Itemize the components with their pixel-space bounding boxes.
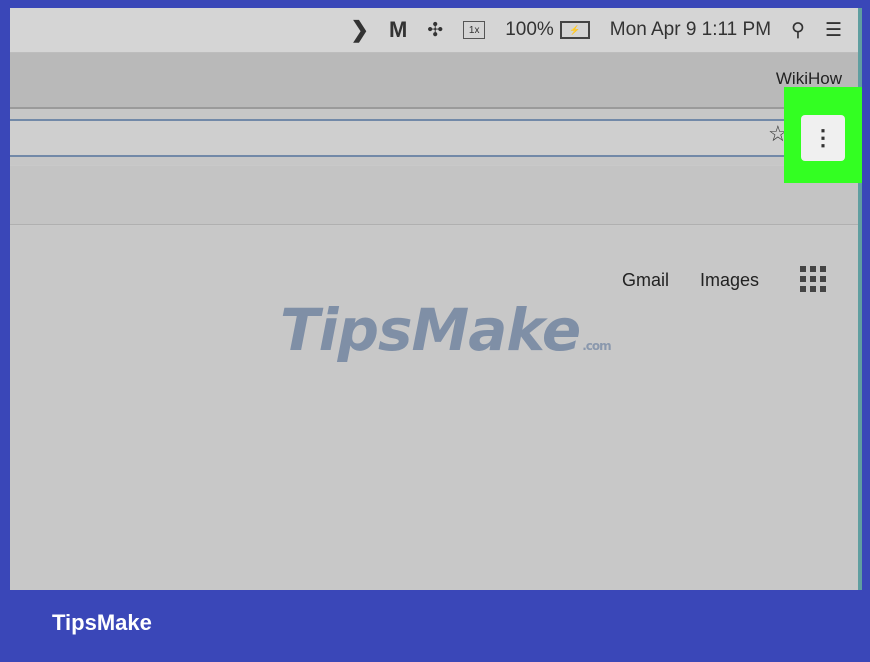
apps-grid-icon[interactable] xyxy=(800,266,826,292)
chevron-right-icon[interactable]: ❯ xyxy=(351,17,369,43)
browser-tab-bar: WikiHow xyxy=(10,53,862,109)
malwarebytes-icon[interactable]: M xyxy=(389,17,407,43)
battery-percent: 100% xyxy=(505,19,554,40)
battery-status[interactable]: 100% ⚡ xyxy=(505,19,590,41)
more-menu-button[interactable]: ⋮ xyxy=(801,115,845,161)
watermark-logo: TipsMake .com xyxy=(280,296,612,364)
watermark-suffix: .com xyxy=(582,339,611,353)
footer-banner: TipsMake xyxy=(0,590,870,662)
gmail-link[interactable]: Gmail xyxy=(622,270,669,291)
battery-icon: ⚡ xyxy=(559,21,590,39)
display-icon[interactable]: 1x xyxy=(463,21,486,39)
spotlight-search-icon[interactable]: ⚲ xyxy=(791,19,805,42)
profile-name[interactable]: WikiHow xyxy=(776,69,842,89)
images-link[interactable]: Images xyxy=(700,270,759,291)
menu-clock[interactable]: Mon Apr 9 1:11 PM xyxy=(610,19,771,41)
watermark-brand: TipsMake xyxy=(280,296,581,364)
bookmarks-bar xyxy=(10,166,862,225)
footer-brand: TipsMake xyxy=(52,610,152,635)
browser-toolbar: ☆ xyxy=(10,109,862,165)
screenshot-frame: ❯ M ✣ 1x 100% ⚡ Mon Apr 9 1:11 PM ⚲ ☰ Wi… xyxy=(10,8,862,590)
address-bar[interactable] xyxy=(10,119,800,157)
notification-list-icon[interactable]: ☰ xyxy=(825,19,842,42)
move-icon[interactable]: ✣ xyxy=(427,19,443,42)
mac-menu-bar: ❯ M ✣ 1x 100% ⚡ Mon Apr 9 1:11 PM ⚲ ☰ xyxy=(10,8,862,53)
page-content: Gmail Images TipsMake .com xyxy=(10,226,862,590)
